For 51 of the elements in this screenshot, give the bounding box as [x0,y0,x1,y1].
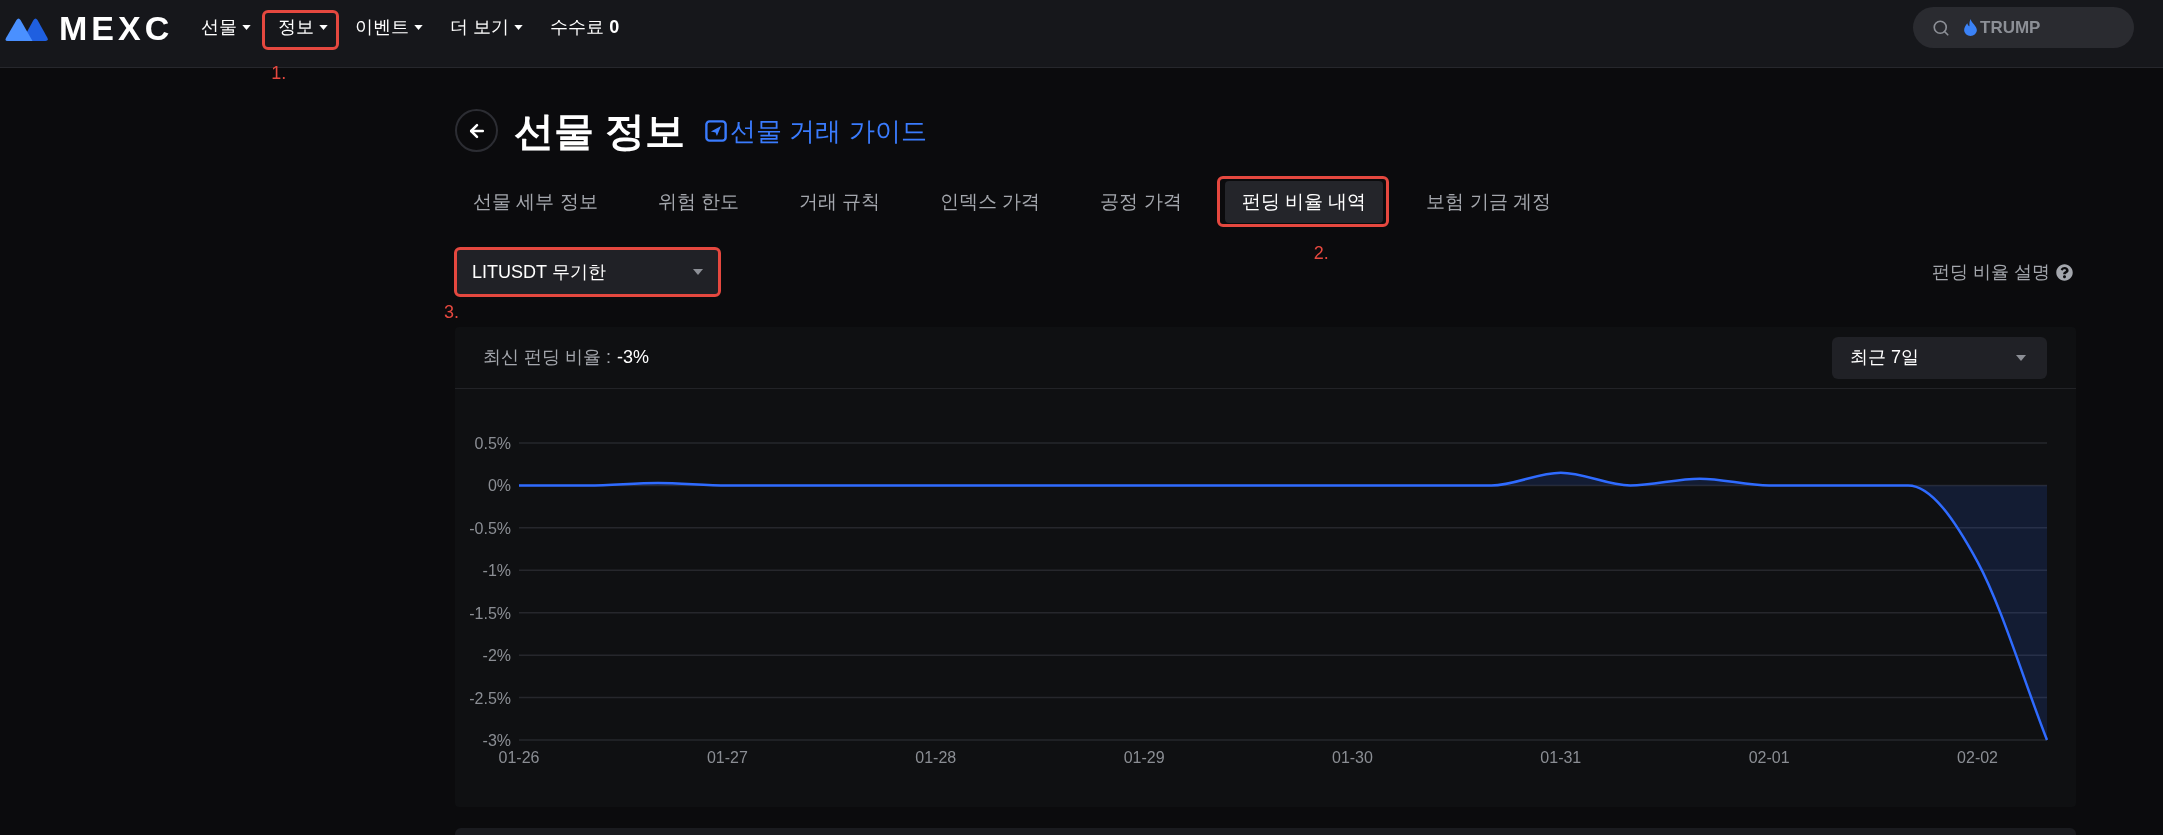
annotation-label: 2. [1313,242,1329,264]
y-axis-label: -2.5% [469,689,511,707]
y-axis-label: -0.5% [469,519,511,537]
help-icon [2056,263,2073,281]
tab[interactable]: 위험 한도 [640,181,756,223]
funding-rate-help-link[interactable]: 펀딩 비율 설명 [1932,258,2076,286]
tab[interactable]: 거래 규칙 [781,181,898,223]
annotation-label: 1. [271,61,287,84]
guide-link[interactable]: 선물 거래 가이드 [705,117,927,144]
x-axis-label: 01-29 [1123,749,1165,766]
page-title: 선물 정보 [514,110,686,151]
caret-icon [2016,354,2026,361]
nav-menu-item[interactable]: 정보 [278,7,329,48]
latest-rate-label: 최신 펀딩 비율 : [483,346,611,369]
caret-icon [414,25,424,30]
y-axis-label: 0% [487,477,511,495]
y-axis-label: -3% [482,732,511,749]
tab[interactable]: 보험 기금 계정 [1409,181,1568,223]
x-axis-label: 01-31 [1540,749,1582,766]
nav-menu-item[interactable]: 수수료 0 [550,7,620,48]
search-icon [1932,19,1950,37]
y-axis-label: 0.5% [474,435,511,452]
flame-icon [1964,19,1977,36]
contract-select[interactable]: LITUSDT 무기한 [455,249,720,295]
y-axis-label: -1.5% [469,604,511,622]
period-select[interactable]: 최근 7일 [1832,336,2047,379]
logo-wordmark[interactable]: MEXC [59,10,174,45]
send-square-icon [705,119,728,142]
y-axis-label: -1% [482,562,511,580]
x-axis-label: 02-02 [1957,749,1998,766]
caret-icon [242,25,252,30]
back-button[interactable] [455,109,498,152]
x-axis-label: 02-01 [1748,749,1790,766]
tab[interactable]: 인덱스 가격 [923,181,1058,223]
x-axis-label: 01-28 [915,749,957,766]
caret-icon [319,25,329,30]
search-field[interactable]: TRUMP [1913,7,2134,48]
tab[interactable]: 선물 세부 정보 [456,181,615,223]
x-axis-label: 01-26 [498,749,540,766]
annotation-label: 3. [444,301,459,323]
latest-rate-value: -3% [617,346,650,369]
x-axis-label: 01-30 [1332,749,1373,766]
tab[interactable]: 공정 가격 [1083,181,1199,223]
y-axis-label: -2% [482,647,511,665]
x-axis-label: 01-27 [706,749,748,766]
nav-menu-item[interactable]: 이벤트 [355,7,424,48]
caret-icon [514,25,524,30]
tab[interactable]: 펀딩 비율 내역 [1224,181,1384,223]
nav-menu-item[interactable]: 선물 [201,7,252,48]
caret-icon [693,269,703,275]
nav-menu-item[interactable]: 더 보기 [450,7,524,48]
